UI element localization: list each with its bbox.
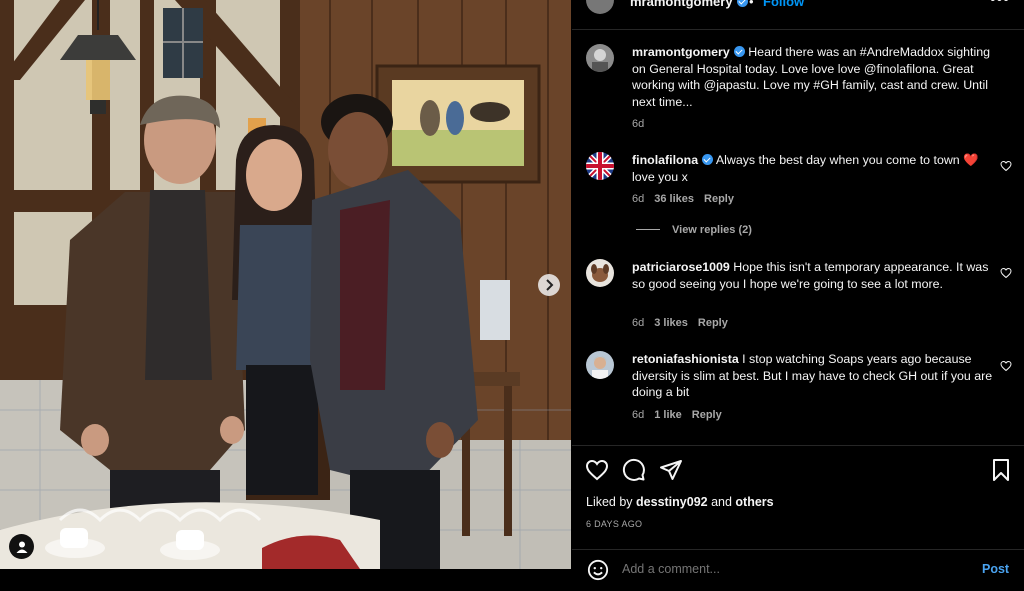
header-separator: •	[749, 0, 754, 9]
uk-flag-avatar-icon	[586, 152, 614, 180]
reply-button[interactable]: Reply	[698, 317, 728, 329]
view-replies-button[interactable]: View replies (2)	[636, 224, 752, 236]
paper-plane-icon[interactable]	[659, 458, 683, 482]
comment-username[interactable]: finolafilona	[632, 153, 714, 167]
comment-icon[interactable]	[622, 458, 646, 482]
comment-text: patriciarose1009 Hope this isn't a tempo…	[632, 259, 996, 292]
comment-avatar[interactable]	[586, 259, 614, 287]
comment-age: 6d	[632, 317, 645, 329]
heart-icon[interactable]	[585, 458, 609, 482]
post-timestamp: 6 DAYS AGO	[586, 519, 643, 529]
comment-text: retoniafashionista I stop watching Soaps…	[632, 351, 996, 401]
person-avatar-icon	[586, 351, 614, 379]
caption-text: mramontgomery Heard there was an #AndreM…	[632, 44, 996, 110]
liked-by: Liked by desstiny092 and others	[586, 495, 774, 509]
caption-meta: 6d	[632, 118, 654, 130]
author-username[interactable]: mramontgomery	[630, 0, 748, 9]
comment-meta: 6d 36 likes Reply	[632, 193, 744, 205]
comment-likes[interactable]: 3 likes	[654, 317, 688, 329]
photo-bottom-strip	[0, 569, 571, 591]
next-photo-button[interactable]	[538, 274, 560, 296]
comment-avatar[interactable]	[586, 152, 614, 180]
comment-input[interactable]	[622, 562, 952, 576]
caption-age: 6d	[632, 118, 645, 130]
liked-by-prefix: Liked by	[586, 495, 637, 509]
replies-line	[636, 229, 660, 230]
post-header: mramontgomery • Follow •••	[572, 0, 1024, 30]
post-photo[interactable]	[0, 0, 571, 569]
chevron-right-icon	[546, 279, 554, 291]
photo-scene	[0, 0, 571, 569]
user-tag-icon	[16, 541, 27, 553]
person-avatar-icon	[586, 44, 614, 72]
actions-divider	[572, 445, 1024, 446]
verified-badge-icon	[702, 154, 714, 165]
liked-by-user[interactable]: desstiny092	[636, 495, 708, 509]
action-bar	[572, 458, 1024, 484]
comment-text: finolafilona Always the best day when yo…	[632, 152, 996, 185]
add-comment-bar: Post	[572, 551, 1024, 591]
comment-meta: 6d 3 likes Reply	[632, 317, 738, 329]
comment-age: 6d	[632, 193, 645, 205]
reply-button[interactable]: Reply	[692, 409, 722, 421]
heart-icon[interactable]	[1000, 267, 1012, 279]
comment-likes[interactable]: 1 like	[654, 409, 682, 421]
comment-likes[interactable]: 36 likes	[654, 193, 694, 205]
comment-username[interactable]: retoniafashionista	[632, 352, 739, 366]
post-details-panel: mramontgomery • Follow ••• mramontgomery…	[572, 0, 1024, 591]
follow-button[interactable]: Follow	[763, 0, 804, 9]
tagged-users-button[interactable]	[9, 534, 34, 559]
post-comment-button[interactable]: Post	[982, 562, 1009, 576]
caption-avatar[interactable]	[586, 44, 614, 72]
heart-icon[interactable]	[1000, 160, 1012, 172]
verified-badge-icon	[733, 46, 745, 57]
comment-box-divider	[572, 549, 1024, 550]
liked-by-others[interactable]: others	[735, 495, 773, 509]
smiley-icon[interactable]	[587, 559, 609, 581]
reply-button[interactable]: Reply	[704, 193, 734, 205]
liked-by-middle: and	[707, 495, 736, 509]
verified-badge-icon	[736, 0, 748, 7]
more-options-button[interactable]: •••	[990, 0, 1010, 9]
comment-meta: 6d 1 like Reply	[632, 409, 732, 421]
author-avatar[interactable]	[586, 0, 614, 14]
dog-avatar-icon	[586, 259, 614, 287]
bookmark-icon[interactable]	[989, 458, 1013, 482]
heart-icon[interactable]	[1000, 360, 1012, 372]
caption-username[interactable]: mramontgomery	[632, 45, 745, 59]
comment-avatar[interactable]	[586, 351, 614, 379]
comment-username[interactable]: patriciarose1009	[632, 260, 730, 274]
comment-age: 6d	[632, 409, 645, 421]
